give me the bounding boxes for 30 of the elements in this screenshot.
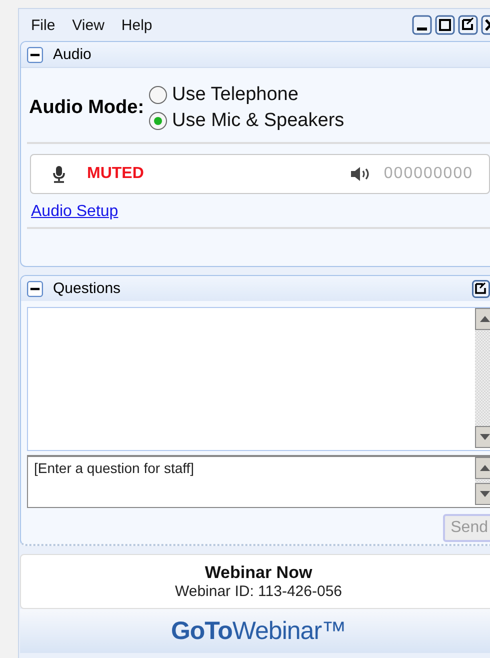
speaker-level-reading: 000000000 (384, 165, 473, 183)
webinar-id: Webinar ID: 113-426-056 (174, 583, 342, 600)
minimize-icon[interactable] (412, 15, 432, 35)
scrollbar[interactable] (475, 308, 490, 448)
brand-logo: GoToWebinar™ (170, 616, 346, 646)
menu-item[interactable]: Help (121, 16, 152, 34)
radio-label[interactable]: Use Mic & Speakers (172, 108, 344, 134)
microphone-icon[interactable] (51, 165, 67, 183)
audio-mode-label: Audio Mode: (29, 97, 144, 119)
radio-button[interactable] (148, 111, 168, 131)
panel-title: Audio (53, 46, 92, 63)
collapse-icon[interactable] (27, 280, 43, 296)
scroll-up-icon[interactable] (475, 308, 490, 330)
collapse-icon[interactable] (27, 46, 43, 62)
popout-icon[interactable] (472, 280, 490, 298)
mic-status: MUTED (87, 165, 144, 183)
speaker-icon[interactable] (350, 165, 372, 183)
radio-label[interactable]: Use Telephone (172, 82, 298, 108)
audio-setup-link[interactable]: Audio Setup (31, 203, 118, 221)
scrollbar[interactable] (475, 457, 490, 505)
scroll-up-icon[interactable] (475, 457, 490, 479)
maximize-icon[interactable] (435, 15, 455, 35)
menu-item[interactable]: View (72, 16, 104, 34)
restore-icon[interactable] (458, 15, 478, 35)
scroll-down-icon[interactable] (475, 483, 490, 505)
panel-title: Questions (53, 280, 121, 297)
radio-button[interactable] (148, 85, 168, 105)
webinar-title: Webinar Now (204, 563, 312, 583)
scroll-down-icon[interactable] (475, 426, 490, 448)
menu-item[interactable]: File (31, 16, 56, 34)
